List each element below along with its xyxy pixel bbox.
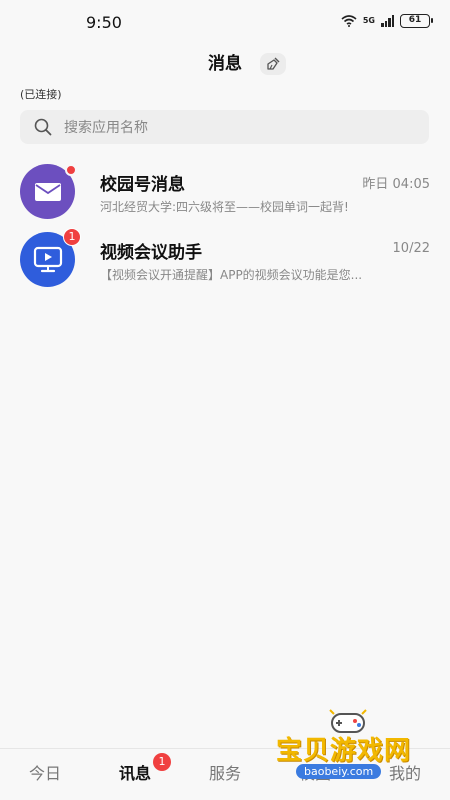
status-icons: 5G 61 [341, 14, 433, 28]
page-title: 消息 [208, 54, 242, 74]
message-preview: 【视频会议开通提醒】APP的视频会议功能是您... [100, 268, 363, 282]
message-time: 昨日 04:05 [362, 177, 430, 192]
avatar: 1 [20, 228, 81, 287]
status-bar: 9:50 5G 61 [0, 0, 450, 44]
tab-badge: 1 [153, 753, 171, 771]
search-bar[interactable]: 搜索应用名称 [20, 110, 429, 144]
list-item[interactable]: 校园号消息 昨日 04:05 河北经贸大学:四六级将至——校园单词一起背! [0, 160, 450, 224]
avatar [20, 164, 77, 219]
search-icon [34, 118, 52, 136]
tab-label: 校园 [298, 764, 331, 783]
message-title: 视频会议助手 [100, 243, 202, 263]
status-time: 9:50 [86, 13, 122, 32]
tab-services[interactable]: 服务 [180, 749, 270, 800]
connection-status: (已连接) [20, 88, 62, 101]
tab-label: 讯息 [118, 764, 151, 783]
tab-label: 服务 [208, 764, 241, 783]
tab-campus[interactable]: 校园 [270, 749, 360, 800]
tab-label: 我的 [388, 764, 421, 783]
message-list: 校园号消息 昨日 04:05 河北经贸大学:四六级将至——校园单词一起背! 1 … [0, 160, 450, 292]
bottom-tab-bar: 今日 讯息 1 服务 校园 我的 [0, 748, 450, 800]
video-screen-icon [33, 246, 62, 272]
message-title: 校园号消息 [100, 175, 185, 195]
clear-unread-button[interactable] [260, 53, 286, 75]
message-preview: 河北经贸大学:四六级将至——校园单词一起背! [100, 200, 349, 214]
battery-icon: 61 [400, 14, 433, 28]
unread-count-badge: 1 [63, 228, 81, 246]
tab-messages[interactable]: 讯息 1 [90, 749, 180, 800]
signal-icon [381, 15, 394, 27]
network-type: 5G [362, 16, 375, 25]
game-controller-icon [329, 709, 367, 733]
wifi-icon [341, 15, 357, 27]
list-item[interactable]: 1 视频会议助手 10/22 【视频会议开通提醒】APP的视频会议功能是您... [0, 228, 450, 292]
tab-label: 今日 [28, 764, 61, 783]
message-time: 10/22 [392, 241, 430, 256]
tab-today[interactable]: 今日 [0, 749, 90, 800]
header: 消息 [0, 50, 450, 80]
unread-dot [65, 164, 77, 176]
tab-me[interactable]: 我的 [360, 749, 450, 800]
search-placeholder: 搜索应用名称 [64, 120, 148, 136]
broom-icon [267, 57, 280, 70]
envelope-icon [34, 182, 61, 201]
